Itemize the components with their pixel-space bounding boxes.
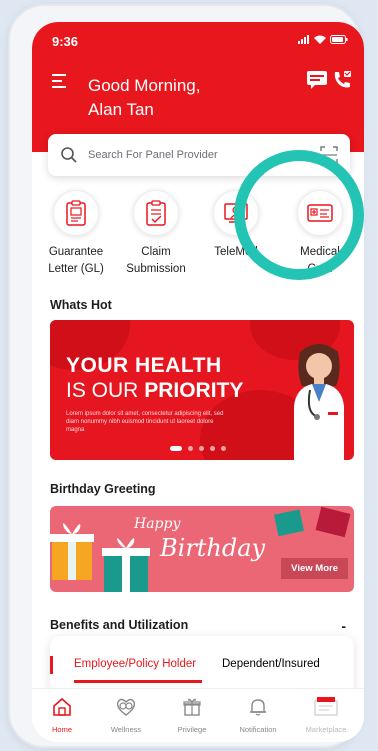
- nav-label: Marketplace: [305, 725, 347, 734]
- shortcut-guarantee-letter[interactable]: Guarantee Letter (GL): [36, 190, 116, 278]
- shortcut-claim-submission[interactable]: Claim Submission: [116, 190, 196, 278]
- nav-label: Privilege: [177, 725, 207, 734]
- battery-icon: [330, 35, 348, 44]
- shortcut-label: Guarantee Letter (GL): [48, 246, 104, 275]
- birthday-text: Birthday: [160, 534, 266, 562]
- greeting-line: Good Morning,: [88, 76, 201, 95]
- menu-icon[interactable]: [52, 74, 70, 88]
- birthday-banner[interactable]: Happy Birthday View More: [50, 506, 354, 592]
- nav-label: Home: [51, 725, 72, 734]
- status-icons: [298, 35, 348, 44]
- bell-icon: [250, 699, 266, 716]
- shortcut-label: Claim Submission: [126, 246, 186, 275]
- collapse-toggle[interactable]: -: [341, 618, 346, 634]
- wellness-icon: [116, 698, 136, 716]
- tab-dependent-insured[interactable]: Dependent/Insured: [222, 658, 320, 670]
- birthday-title: Birthday Greeting: [50, 482, 156, 496]
- bottom-navigation: Home Wellness Privilege Notification Mar…: [32, 688, 364, 742]
- app-screen: 9:36 Good Morning, Alan Tan Search For P…: [32, 22, 364, 742]
- benefits-tabs: Employee/Policy Holder Dependent/Insured: [50, 636, 354, 696]
- app-header: 9:36 Good Morning, Alan Tan: [32, 22, 364, 152]
- nav-marketplace[interactable]: Marketplace: [298, 697, 354, 734]
- phone-frame: 9:36 Good Morning, Alan Tan Search For P…: [8, 4, 364, 748]
- status-time: 9:36: [52, 34, 79, 49]
- guarantee-letter-icon: [53, 190, 99, 236]
- wifi-icon: [314, 35, 326, 44]
- user-name: Alan Tan: [88, 100, 154, 119]
- home-icon: [53, 697, 71, 716]
- claim-submission-icon: [133, 190, 179, 236]
- nav-wellness[interactable]: Wellness: [98, 697, 154, 734]
- phone-call-icon[interactable]: [332, 70, 352, 90]
- nav-label: Notification: [239, 725, 277, 734]
- benefits-title: Benefits and Utilization: [50, 618, 189, 632]
- carousel-indicator[interactable]: [170, 446, 226, 451]
- search-icon: [61, 147, 77, 163]
- banner-headline: YOUR HEALTH: [66, 354, 222, 377]
- medical-card-highlight-ring: [234, 150, 364, 280]
- view-more-button[interactable]: View More: [281, 558, 348, 579]
- health-banner[interactable]: YOUR HEALTH IS OUR PRIORITY Lorem ipsum …: [50, 320, 354, 460]
- marketplace-icon: [314, 697, 338, 716]
- nav-home[interactable]: Home: [34, 697, 90, 734]
- tab-employee-policy-holder[interactable]: Employee/Policy Holder: [74, 658, 196, 670]
- banner-body: Lorem ipsum dolor sit amet, consectetur …: [66, 411, 224, 433]
- banner-subheadline: IS OUR PRIORITY: [66, 379, 244, 402]
- nav-notification[interactable]: Notification: [230, 697, 286, 734]
- tab-marker: [50, 656, 53, 674]
- chat-icon[interactable]: [306, 70, 328, 90]
- birthday-happy-text: Happy: [134, 516, 181, 532]
- doctor-illustration: [294, 344, 344, 460]
- ribbon-decoration: [273, 506, 351, 538]
- nav-privilege[interactable]: Privilege: [164, 697, 220, 734]
- signal-icon: [298, 35, 309, 44]
- nav-label: Wellness: [110, 725, 142, 734]
- whats-hot-title: Whats Hot: [50, 298, 112, 312]
- privilege-icon: [183, 698, 201, 716]
- greeting: Good Morning, Alan Tan: [88, 74, 268, 122]
- active-tab-indicator: [74, 680, 202, 683]
